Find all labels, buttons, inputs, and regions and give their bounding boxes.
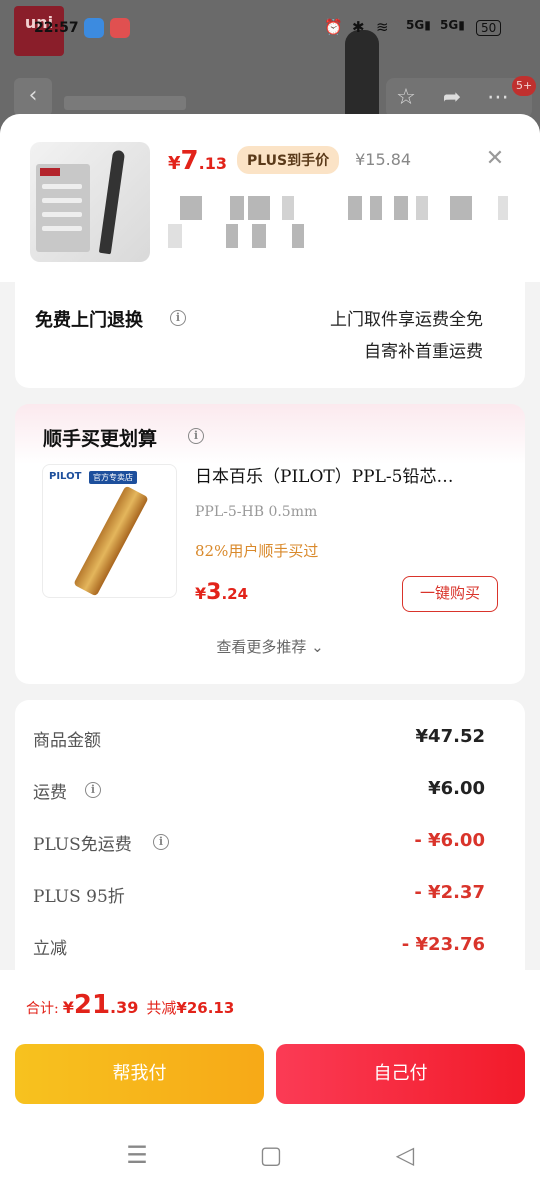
close-icon[interactable]: ✕ — [482, 146, 508, 172]
status-time: 22:57 — [34, 20, 79, 36]
plus-price: ¥7.13 — [168, 146, 227, 176]
see-more-recommendations[interactable]: 查看更多推荐 ⌄ — [15, 636, 525, 657]
info-icon[interactable]: i — [188, 428, 204, 444]
app-notification-icon — [84, 18, 104, 38]
pilot-brand-label: PILOT — [49, 471, 82, 482]
summary-row: PLUS免运费 i - ¥6.00 — [33, 830, 485, 855]
plus-price-tag: PLUS到手价 — [236, 146, 340, 174]
blurred-product-options — [168, 196, 528, 248]
bluetooth-icon: ✱ — [352, 18, 365, 36]
app-notification-icon — [110, 18, 130, 38]
recommended-product-spec: PPL-5-HB 0.5mm — [195, 504, 318, 520]
info-icon[interactable]: i — [170, 310, 186, 326]
one-click-buy-button[interactable]: 一键购买 — [402, 576, 498, 612]
summary-row: PLUS 95折 - ¥2.37 — [33, 882, 485, 907]
official-store-tag: 官方专卖店 — [89, 471, 137, 484]
wifi-icon: ≋ — [376, 18, 389, 36]
menu-icon[interactable]: ☰ — [122, 1140, 152, 1170]
original-price: ¥15.84 — [355, 150, 412, 169]
cart-badge: 5+ — [512, 76, 537, 96]
battery-icon: 50 — [476, 20, 502, 36]
return-service-title: 免费上门退换 — [35, 310, 143, 331]
product-thumbnail — [30, 142, 150, 262]
return-service-description: 上门取件享运费全免 自寄补首重运费 — [330, 310, 483, 362]
home-icon[interactable]: ▢ — [256, 1140, 286, 1170]
checkout-bar: 合计: ¥ 21 .39 共减 ¥26.13 帮我付 自己付 ☰ ▢ ◁ — [0, 970, 540, 1188]
price-row: ¥7.13 PLUS到手价 ¥15.84 — [168, 146, 411, 180]
summary-row: 商品金额 ¥47.52 — [33, 726, 485, 751]
signal-5g-icon: 5G▮ — [406, 18, 431, 32]
star-icon[interactable]: ☆ — [392, 84, 420, 112]
alarm-icon: ⏰ — [324, 18, 343, 36]
background-title-placeholder — [64, 96, 186, 110]
back-icon[interactable]: ‹ — [14, 78, 52, 116]
share-icon[interactable]: ➦ — [438, 84, 466, 112]
return-service-card: 免费上门退换 i 上门取件享运费全免 自寄补首重运费 — [15, 282, 525, 388]
summary-row: 立减 - ¥23.76 — [33, 934, 485, 959]
back-triangle-icon[interactable]: ◁ — [390, 1140, 420, 1170]
price-summary-card: 商品金额 ¥47.52 运费 i ¥6.00 PLUS免运费 i - ¥6.00… — [15, 700, 525, 1000]
help-me-pay-button[interactable]: 帮我付 — [15, 1044, 264, 1104]
recommended-product-price: ¥3.24 — [195, 580, 249, 605]
signal-5g-icon: 5G▮ — [440, 18, 465, 32]
more-icon[interactable]: ⋯ — [484, 84, 512, 112]
recommended-product-image[interactable]: PILOT 官方专卖店 — [42, 464, 177, 598]
status-bar: 22:57 ⏰ ✱ ≋ 5G▮ 5G▮ 50 — [0, 14, 540, 46]
info-icon[interactable]: i — [85, 782, 101, 798]
order-total: 合计: ¥ 21 .39 共减 ¥26.13 — [26, 990, 235, 1020]
recommended-buyers-rate: 82%用户顺手买过 — [195, 542, 319, 560]
chevron-down-icon: ⌄ — [311, 638, 324, 656]
summary-row: 运费 i ¥6.00 — [33, 778, 485, 803]
recommended-product-name[interactable]: 日本百乐（PILOT）PPL-5铅芯… — [195, 462, 495, 487]
info-icon[interactable]: i — [153, 834, 169, 850]
system-navigation-bar: ☰ ▢ ◁ — [0, 1130, 540, 1180]
recommendation-card: 顺手买更划算 i PILOT 官方专卖店 日本百乐（PILOT）PPL-5铅芯…… — [15, 404, 525, 684]
pay-myself-button[interactable]: 自己付 — [276, 1044, 525, 1104]
recommendation-title: 顺手买更划算 — [43, 428, 158, 450]
product-header: ¥7.13 PLUS到手价 ¥15.84 ✕ — [0, 114, 540, 282]
